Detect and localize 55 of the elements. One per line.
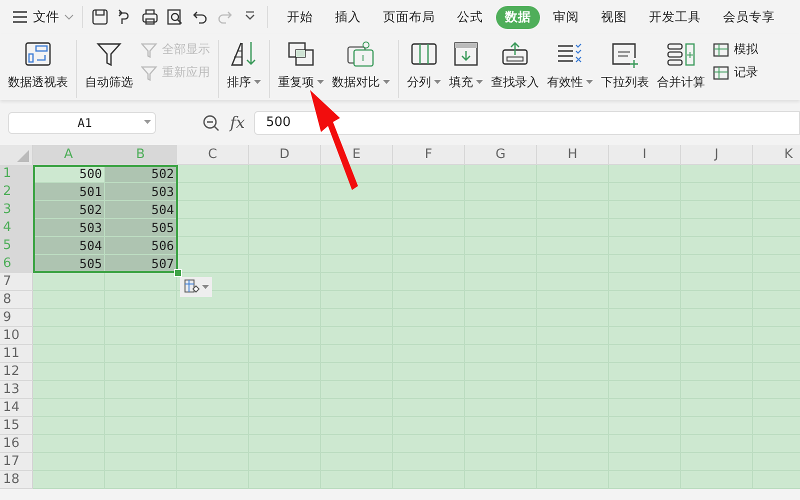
table-cell: 503 bbox=[105, 183, 177, 201]
ribbon-tab[interactable]: 页面布局 bbox=[374, 6, 444, 28]
row-header[interactable]: 11 bbox=[0, 345, 33, 363]
row-header[interactable]: 7 bbox=[0, 273, 33, 291]
column-header[interactable]: D bbox=[249, 145, 321, 165]
ribbon-button[interactable]: 重复项 bbox=[278, 40, 324, 91]
row-header[interactable]: 18 bbox=[0, 471, 33, 489]
formula-field[interactable]: 500 bbox=[254, 110, 800, 134]
column-header[interactable]: I bbox=[609, 145, 681, 165]
ribbon-button[interactable]: 模拟 bbox=[713, 41, 758, 58]
column-header[interactable]: E bbox=[321, 145, 393, 165]
row-header[interactable]: 15 bbox=[0, 417, 33, 435]
ribbon-tab[interactable]: 数据 bbox=[496, 6, 540, 28]
column-header[interactable]: K bbox=[753, 145, 800, 165]
ribbon-tab[interactable]: 审阅 bbox=[544, 6, 588, 28]
table-cell: 501 bbox=[33, 183, 105, 201]
column-header[interactable]: G bbox=[465, 145, 537, 165]
ribbon-button[interactable]: 填充 bbox=[449, 40, 483, 91]
ribbon-button[interactable]: 数据透视表 bbox=[8, 40, 68, 91]
ribbon-tab[interactable]: 会员专享 bbox=[714, 6, 784, 28]
ribbon-tab[interactable]: 开发工具 bbox=[640, 6, 710, 28]
row-header[interactable]: 10 bbox=[0, 327, 33, 345]
ribbon-tab[interactable]: 开始 bbox=[278, 6, 322, 28]
column-header[interactable]: C bbox=[177, 145, 249, 165]
ribbon-tab[interactable]: 插入 bbox=[326, 6, 370, 28]
name-box[interactable]: A1 bbox=[8, 112, 156, 134]
column-header[interactable]: F bbox=[393, 145, 465, 165]
ribbon-button[interactable]: 排序 bbox=[227, 40, 261, 91]
table-cell: 502 bbox=[33, 201, 105, 219]
ribbon-button[interactable]: 下拉列表 bbox=[601, 40, 649, 91]
file-menu[interactable]: 文件 bbox=[12, 8, 74, 26]
row-header[interactable]: 16 bbox=[0, 435, 33, 453]
column-header[interactable]: J bbox=[681, 145, 753, 165]
row-header[interactable]: 9 bbox=[0, 309, 33, 327]
ribbon-button[interactable]: 有效性 bbox=[547, 40, 593, 91]
ribbon-button[interactable]: 合并计算 bbox=[657, 40, 705, 91]
ribbon-tab[interactable]: 视图 bbox=[592, 6, 636, 28]
ribbon-tab[interactable]: 公式 bbox=[448, 6, 492, 28]
table-cell: 505 bbox=[105, 219, 177, 237]
row-header[interactable]: 14 bbox=[0, 399, 33, 417]
ribbon-button[interactable]: 分列 bbox=[407, 40, 441, 91]
ribbon-button[interactable]: 自动筛选 bbox=[85, 40, 133, 91]
ribbon-button[interactable]: 数据对比 bbox=[332, 40, 390, 91]
row-header[interactable]: 12 bbox=[0, 363, 33, 381]
ribbon-button[interactable]: 记录 bbox=[713, 64, 758, 81]
table-cell: 504 bbox=[105, 201, 177, 219]
row-header[interactable]: 17 bbox=[0, 453, 33, 471]
function-label[interactable]: fx bbox=[230, 113, 245, 132]
table-cell: 504 bbox=[33, 237, 105, 255]
row-header[interactable]: 13 bbox=[0, 381, 33, 399]
table-cell: 506 bbox=[105, 237, 177, 255]
ribbon-button[interactable]: 查找录入 bbox=[491, 40, 539, 91]
table-cell: 503 bbox=[33, 219, 105, 237]
row-header[interactable]: 8 bbox=[0, 291, 33, 309]
column-header[interactable]: H bbox=[537, 145, 609, 165]
